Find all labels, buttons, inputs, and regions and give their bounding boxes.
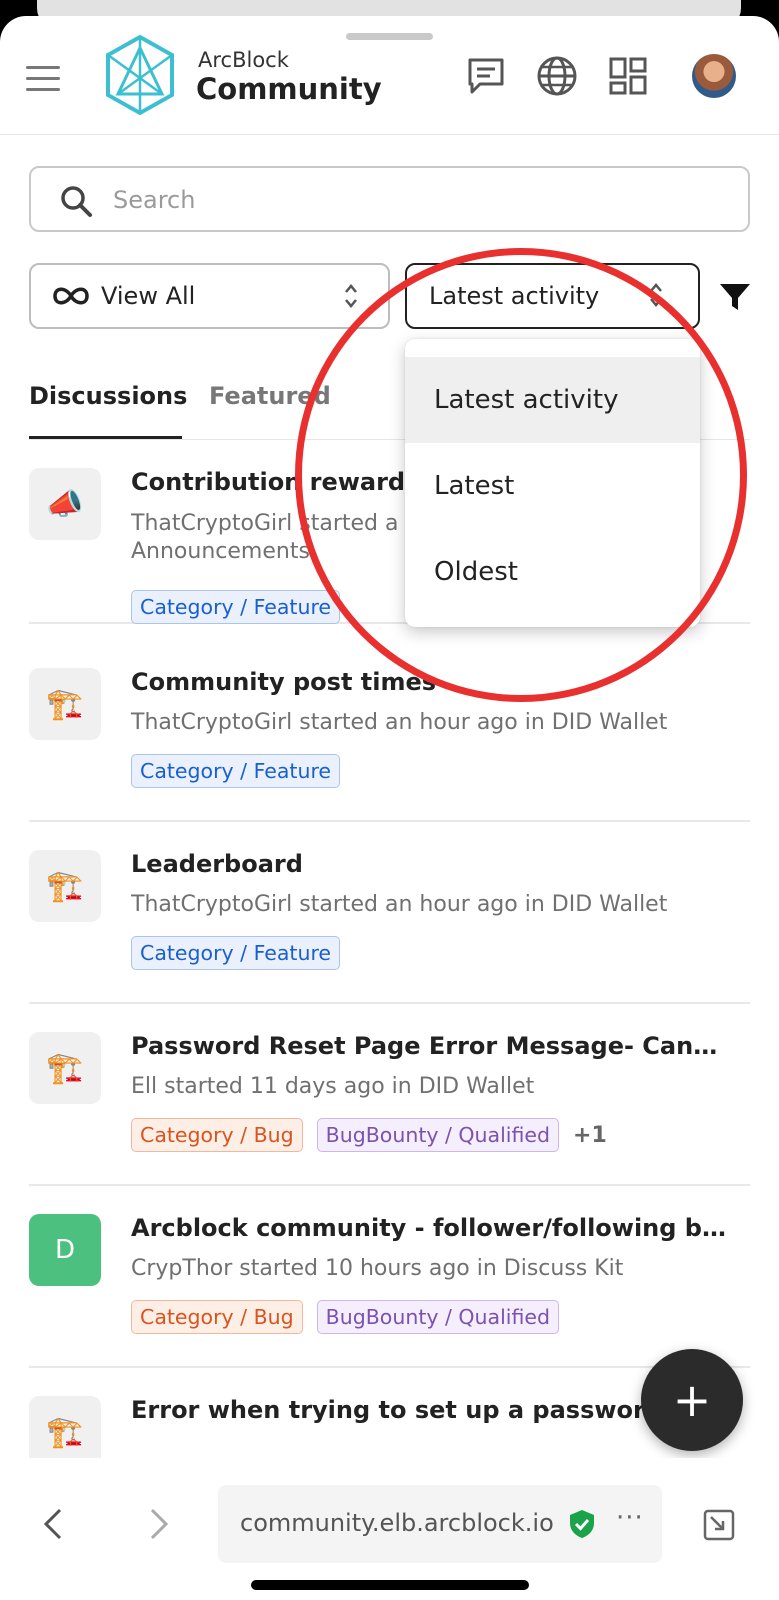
tag-category[interactable]: Category / Feature xyxy=(131,590,341,624)
tab-discussions[interactable]: Discussions xyxy=(29,382,187,410)
sheet-grabber[interactable] xyxy=(346,33,433,40)
forward-arrow-icon[interactable] xyxy=(146,1506,172,1542)
crane-icon: 🏗️ xyxy=(29,850,101,922)
post-title[interactable]: Password Reset Page Error Message- Canno… xyxy=(131,1032,731,1060)
infinity-icon xyxy=(53,287,89,305)
search-icon xyxy=(61,186,92,217)
header-divider xyxy=(0,134,779,135)
tag-category[interactable]: Category / Feature xyxy=(131,754,341,788)
url-text: community.elb.arcblock.io xyxy=(240,1509,554,1537)
post-tags: Category / Feature xyxy=(131,754,341,788)
globe-icon[interactable] xyxy=(535,54,579,98)
more-tags-count[interactable]: +1 xyxy=(573,1123,607,1148)
megaphone-icon: 📣 xyxy=(29,468,101,540)
chat-icon[interactable] xyxy=(464,54,508,98)
list-item[interactable]: 🏗️ Password Reset Page Error Message- Ca… xyxy=(29,1004,750,1186)
view-select[interactable]: View All xyxy=(29,263,390,329)
tag-bugbounty[interactable]: BugBounty / Qualified xyxy=(316,1300,560,1334)
post-title[interactable]: Leaderboard xyxy=(131,850,731,878)
post-title[interactable]: Error when trying to set up a password f… xyxy=(131,1396,701,1424)
tag-bugbounty[interactable]: BugBounty / Qualified xyxy=(316,1118,560,1152)
view-select-label: View All xyxy=(101,282,196,310)
post-tags: Category / Feature xyxy=(131,590,341,624)
post-meta: Ell started 11 days ago in DID Wallet xyxy=(131,1074,535,1099)
verified-shield-icon xyxy=(570,1510,594,1538)
apps-grid-icon[interactable] xyxy=(606,54,650,98)
search-box[interactable] xyxy=(29,166,750,232)
home-indicator[interactable] xyxy=(251,1580,529,1590)
tag-category[interactable]: Category / Bug xyxy=(131,1118,303,1152)
post-tags: Category / Feature xyxy=(131,936,341,970)
list-item[interactable]: 🏗️ Community post times ThatCryptoGirl s… xyxy=(29,640,750,822)
exit-fullscreen-icon[interactable] xyxy=(702,1508,736,1542)
brand-top: ArcBlock xyxy=(198,48,289,72)
user-avatar[interactable] xyxy=(692,54,736,98)
post-meta-line2: Announcements xyxy=(131,539,310,564)
updown-chevron-icon xyxy=(345,284,357,308)
tag-category[interactable]: Category / Bug xyxy=(131,1300,303,1334)
post-meta: CrypThor started 10 hours ago in Discuss… xyxy=(131,1256,624,1281)
address-bar[interactable]: community.elb.arcblock.io ··· xyxy=(218,1485,662,1563)
post-meta: ThatCryptoGirl started an hour ago in DI… xyxy=(131,892,668,917)
app-sheet: ArcBlock Community View All xyxy=(0,16,779,1600)
filter-icon[interactable] xyxy=(718,280,752,314)
new-post-button[interactable]: + xyxy=(641,1349,743,1451)
back-arrow-icon[interactable] xyxy=(40,1506,66,1542)
list-item[interactable]: D Arcblock community - follower/followin… xyxy=(29,1186,750,1368)
search-input[interactable] xyxy=(113,178,713,222)
list-item[interactable]: 🏗️ Error when trying to set up a passwor… xyxy=(29,1368,750,1468)
crane-icon: 🏗️ xyxy=(29,668,101,740)
menu-icon[interactable] xyxy=(26,66,60,92)
post-tags: Category / Bug BugBounty / Qualified xyxy=(131,1300,560,1334)
list-item[interactable]: 🏗️ Leaderboard ThatCryptoGirl started an… xyxy=(29,822,750,1004)
highlight-circle-annotation xyxy=(295,248,747,702)
crane-icon: 🏗️ xyxy=(29,1032,101,1104)
browser-toolbar: community.elb.arcblock.io ··· xyxy=(0,1458,779,1600)
post-title[interactable]: Arcblock community - follower/following … xyxy=(131,1214,731,1242)
author-avatar: D xyxy=(29,1214,101,1286)
arcblock-logo[interactable] xyxy=(104,34,176,116)
tag-category[interactable]: Category / Feature xyxy=(131,936,341,970)
more-options-icon[interactable]: ··· xyxy=(616,1503,644,1533)
post-tags: Category / Bug BugBounty / Qualified +1 xyxy=(131,1118,607,1152)
brand-title: Community xyxy=(196,72,382,106)
post-meta: ThatCryptoGirl started an hour ago in DI… xyxy=(131,710,668,735)
